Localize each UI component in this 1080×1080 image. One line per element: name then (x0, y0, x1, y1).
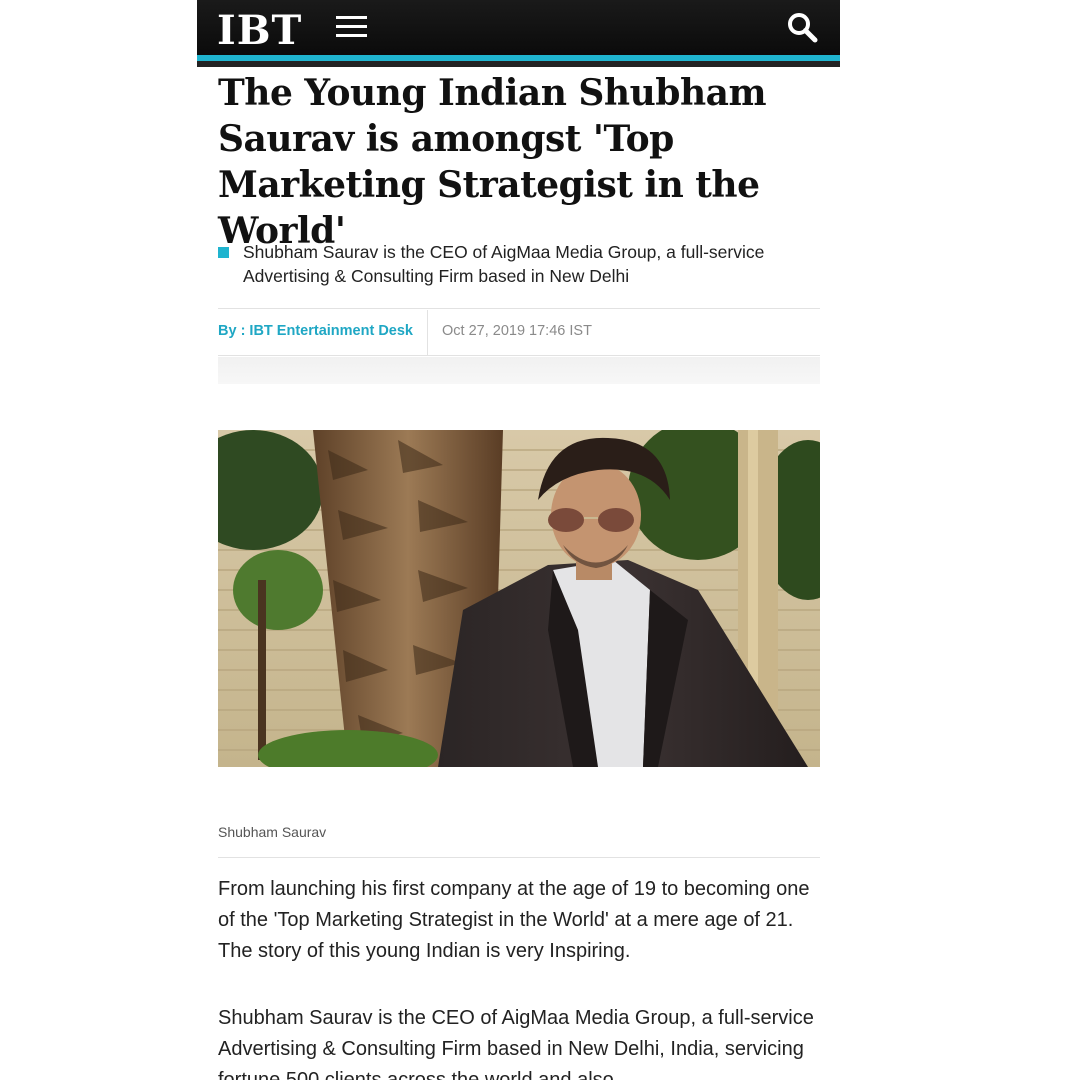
divider (218, 355, 820, 356)
summary-text: Shubham Saurav is the CEO of AigMaa Medi… (243, 242, 765, 286)
byline-author-link[interactable]: By : IBT Entertainment Desk (218, 323, 413, 339)
divider (218, 308, 820, 309)
byline-separator (427, 310, 428, 355)
article-photo[interactable] (218, 430, 820, 767)
hamburger-menu-icon[interactable] (336, 16, 367, 38)
site-header: IBT (197, 0, 840, 55)
photo-caption: Shubham Saurav (218, 824, 327, 840)
ad-placeholder (218, 357, 820, 384)
article-summary: Shubham Saurav is the CEO of AigMaa Medi… (218, 240, 818, 288)
search-icon[interactable] (786, 11, 820, 45)
divider (218, 857, 820, 858)
ibt-logo[interactable]: IBT (217, 5, 302, 57)
article-paragraph: From launching his first company at the … (218, 878, 810, 962)
article-headline: The Young Indian Shubham Saurav is among… (218, 72, 767, 252)
header-bottom-bar (197, 61, 840, 67)
byline-bar: By : IBT Entertainment Desk Oct 27, 2019… (218, 310, 820, 355)
summary-bullet-icon (218, 247, 229, 258)
article-screen: IBT The Young Indian Shubham Saurav is a… (0, 0, 1080, 1080)
article-paragraph: Shubham Saurav is the CEO of AigMaa Medi… (218, 1007, 814, 1080)
publish-date: Oct 27, 2019 17:46 IST (442, 323, 592, 339)
